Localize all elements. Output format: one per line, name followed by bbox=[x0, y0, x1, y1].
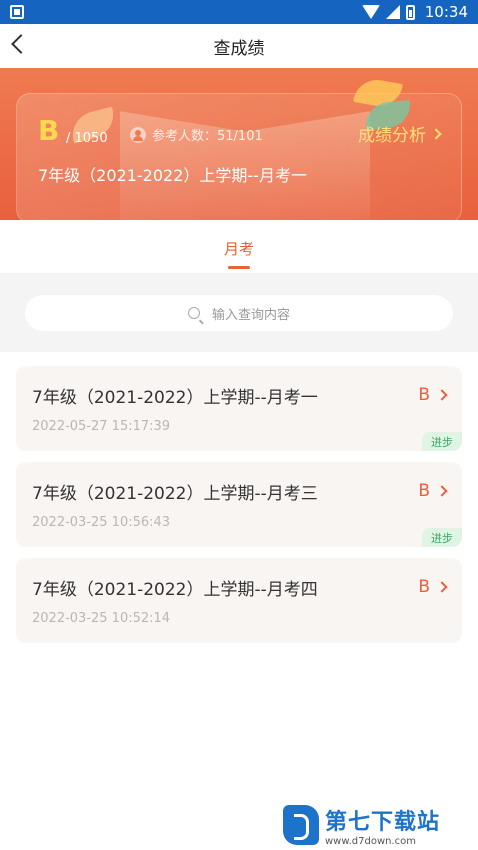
watermark-name: 第七下载站 bbox=[325, 809, 441, 835]
participants-info: 参考人数：51/101 bbox=[130, 125, 263, 144]
exam-title: 7年级（2021-2022）上学期--月考四 bbox=[32, 580, 318, 600]
tab-bar: 月考 bbox=[0, 220, 478, 273]
chevron-right-icon bbox=[436, 389, 448, 401]
watermark: 第七下载站 www.d7down.com bbox=[283, 800, 478, 850]
exam-date: 2022-03-25 10:56:43 bbox=[32, 515, 171, 530]
exam-grade: B bbox=[418, 385, 448, 405]
battery-icon bbox=[405, 4, 415, 20]
chevron-right-icon bbox=[436, 485, 448, 497]
chevron-right-icon bbox=[430, 127, 442, 140]
exam-date: 2022-03-25 10:52:14 bbox=[32, 611, 171, 626]
wifi-icon bbox=[361, 5, 380, 19]
search-placeholder: 输入查询内容 bbox=[211, 307, 290, 323]
exam-card[interactable]: 7年级（2021-2022）上学期--月考四 2022-03-25 10:52:… bbox=[16, 558, 462, 643]
chevron-right-icon bbox=[436, 581, 448, 593]
watermark-url: www.d7down.com bbox=[325, 835, 417, 847]
search-icon bbox=[187, 307, 200, 319]
participants-label: 参考人数：51/101 bbox=[152, 129, 263, 144]
person-icon bbox=[130, 126, 146, 143]
d7-logo-icon bbox=[283, 805, 319, 845]
exam-grade: B bbox=[418, 577, 448, 597]
progress-badge: 进步 bbox=[422, 528, 462, 547]
exam-card[interactable]: 7年级（2021-2022）上学期--月考一 2022-05-27 15:17:… bbox=[16, 366, 462, 451]
summary-total: / 1050 bbox=[66, 131, 108, 146]
nav-bar: 查成绩 bbox=[0, 24, 478, 68]
tab-label: 月考 bbox=[223, 240, 254, 258]
tab-indicator bbox=[227, 266, 250, 269]
exam-title: 7年级（2021-2022）上学期--月考一 bbox=[32, 388, 318, 408]
score-analysis-label: 成绩分析 bbox=[358, 126, 426, 146]
status-time: 10:34 bbox=[424, 3, 468, 21]
notification-icon bbox=[10, 5, 24, 19]
status-bar: 10:34 bbox=[0, 0, 478, 24]
summary-grade: B bbox=[38, 114, 60, 147]
tab-monthly-exam[interactable]: 月考 bbox=[224, 220, 254, 273]
score-analysis-link[interactable]: 成绩分析 bbox=[358, 121, 442, 146]
progress-badge: 进步 bbox=[422, 432, 462, 451]
exam-date: 2022-05-27 15:17:39 bbox=[32, 419, 171, 434]
search-section: 输入查询内容 bbox=[0, 273, 478, 352]
exam-card[interactable]: 7年级（2021-2022）上学期--月考三 2022-03-25 10:56:… bbox=[16, 462, 462, 547]
exam-grade: B bbox=[418, 481, 448, 501]
search-input[interactable]: 输入查询内容 bbox=[25, 295, 453, 331]
signal-icon bbox=[385, 5, 400, 19]
exam-grade-value: B bbox=[418, 385, 430, 405]
page-title: 查成绩 bbox=[213, 38, 265, 59]
exam-grade-value: B bbox=[418, 481, 430, 501]
exam-grade-value: B bbox=[418, 577, 430, 597]
exam-title: 7年级（2021-2022）上学期--月考三 bbox=[32, 484, 318, 504]
summary-exam-title: 7年级（2021-2022）上学期--月考一 bbox=[38, 166, 307, 185]
back-icon[interactable] bbox=[11, 34, 31, 54]
